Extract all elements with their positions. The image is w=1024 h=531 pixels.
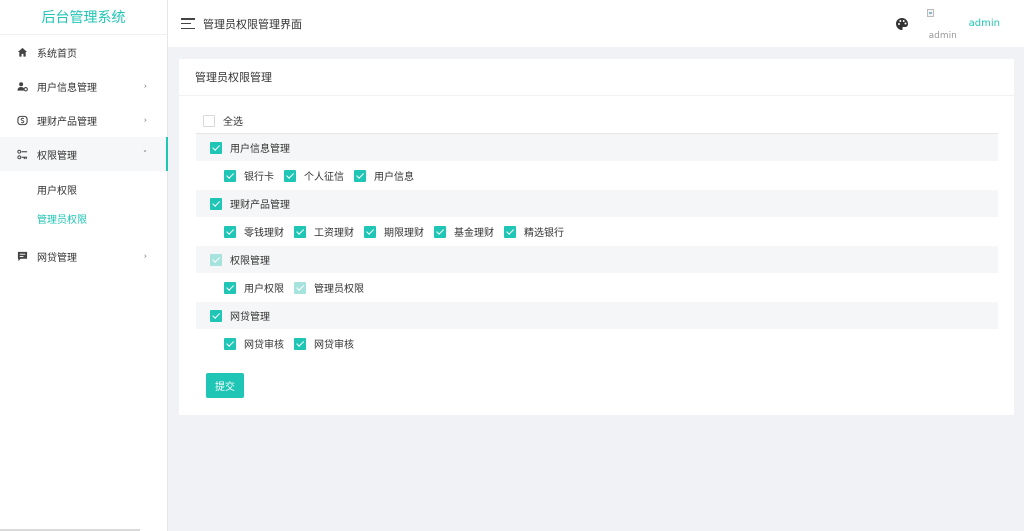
select-all-checkbox[interactable]: 全选: [203, 113, 243, 128]
sidebar-subitem-admin-permission[interactable]: 管理员权限: [0, 204, 167, 233]
child-checkbox-disabled: 管理员权限: [294, 280, 364, 295]
checkbox-label: 用户信息管理: [230, 144, 290, 155]
child-checkbox[interactable]: 银行卡: [224, 168, 274, 183]
sidebar-item-permission[interactable]: 权限管理 ˅: [0, 137, 168, 171]
checkbox-box: [294, 281, 306, 294]
sidebar-item-loan[interactable]: 网贷管理 ›: [0, 239, 167, 273]
children-row: 网贷审核 网贷审核: [196, 329, 998, 358]
home-icon: [16, 46, 28, 58]
checkbox-label: 银行卡: [244, 172, 274, 183]
checkbox-label: 权限管理: [230, 256, 270, 267]
sidebar-item-user-info[interactable]: 用户信息管理 ›: [0, 69, 167, 103]
checkbox-label: 个人征信: [304, 172, 344, 183]
finance-icon: [16, 114, 28, 126]
child-checkbox[interactable]: 期限理财: [364, 224, 424, 239]
child-checkbox[interactable]: 个人征信: [284, 168, 344, 183]
checkbox-box: [224, 225, 236, 238]
page-title: 管理员权限管理界面: [203, 17, 302, 31]
child-checkbox[interactable]: 零钱理财: [224, 224, 284, 239]
group-checkbox-disabled: 权限管理: [210, 252, 270, 267]
header-right: admin admin: [895, 0, 1000, 47]
sidebar-item-label: 网贷管理: [37, 252, 77, 264]
child-checkbox[interactable]: 用户权限: [224, 280, 284, 295]
sidebar-item-finance[interactable]: 理财产品管理 ›: [0, 103, 167, 137]
checkbox-box: [434, 225, 446, 238]
checkbox-label: 用户信息: [374, 172, 414, 183]
chevron-right-icon: ›: [143, 81, 147, 91]
child-checkbox[interactable]: 网贷审核: [224, 336, 284, 351]
permission-submenu: 用户权限 管理员权限: [0, 171, 167, 239]
checkbox-box: [294, 337, 306, 350]
brand-title: 后台管理系统: [0, 0, 167, 35]
group-row: 网贷管理: [196, 302, 998, 329]
permission-icon: [16, 148, 28, 160]
checkbox-label: 工资理财: [314, 228, 354, 239]
avatar[interactable]: admin: [926, 8, 957, 39]
palette-icon[interactable]: [895, 17, 909, 31]
chevron-down-icon: ˅: [143, 149, 147, 159]
sidebar-item-home[interactable]: 系统首页: [0, 35, 167, 69]
checkbox-label: 精选银行: [524, 228, 564, 239]
checkbox-label: 网贷审核: [314, 340, 354, 351]
child-checkbox[interactable]: 精选银行: [504, 224, 564, 239]
sidebar-item-label: 理财产品管理: [37, 116, 97, 128]
user-gear-icon: [16, 80, 28, 92]
checkbox-box: [210, 141, 222, 154]
checkbox-box: [210, 309, 222, 322]
child-checkbox[interactable]: 用户信息: [354, 168, 414, 183]
checkbox-box: [224, 169, 236, 182]
sidebar-item-label: 权限管理: [37, 150, 77, 162]
header: 管理员权限管理界面 admin admin: [168, 0, 1024, 47]
child-checkbox[interactable]: 工资理财: [294, 224, 354, 239]
avatar-alt-text: admin: [928, 30, 957, 39]
children-row: 零钱理财 工资理财 期限理财 基金理财 精选银行: [196, 217, 998, 246]
username-link[interactable]: admin: [969, 18, 1000, 29]
checkbox-box: [224, 337, 236, 350]
checkbox-box: [364, 225, 376, 238]
child-checkbox[interactable]: 基金理财: [434, 224, 494, 239]
checkbox-label: 理财产品管理: [230, 200, 290, 211]
checkbox-box: [203, 114, 215, 127]
broken-image-icon: [926, 8, 934, 17]
card-title: 管理员权限管理: [179, 59, 1014, 96]
checkbox-label: 基金理财: [454, 228, 494, 239]
group-row: 理财产品管理: [196, 190, 998, 217]
chevron-right-icon: ›: [143, 251, 147, 261]
group-checkbox[interactable]: 用户信息管理: [210, 140, 290, 155]
permission-card: 管理员权限管理 全选 用户信息管理 银行卡 个人征信 用户信息 理财产品管理 零…: [179, 59, 1014, 415]
children-row: 用户权限 管理员权限: [196, 273, 998, 302]
checkbox-label: 零钱理财: [244, 228, 284, 239]
checkbox-box: [354, 169, 366, 182]
select-all-row: 全选: [196, 108, 998, 134]
checkbox-label: 管理员权限: [314, 284, 364, 295]
checkbox-box: [224, 281, 236, 294]
checkbox-label: 用户权限: [244, 284, 284, 295]
group-checkbox[interactable]: 网贷管理: [210, 308, 270, 323]
checkbox-label: 期限理财: [384, 228, 424, 239]
sidebar-item-label: 系统首页: [37, 48, 77, 60]
checkbox-label: 全选: [223, 117, 243, 128]
checkbox-label: 网贷审核: [244, 340, 284, 351]
group-row: 用户信息管理: [196, 134, 998, 161]
group-row: 权限管理: [196, 246, 998, 273]
menu-toggle-icon[interactable]: [181, 18, 195, 29]
chevron-right-icon: ›: [143, 115, 147, 125]
group-checkbox[interactable]: 理财产品管理: [210, 196, 290, 211]
checkbox-box: [504, 225, 516, 238]
permission-tree: 全选 用户信息管理 银行卡 个人征信 用户信息 理财产品管理 零钱理财 工资理财…: [196, 108, 998, 358]
sidebar: 后台管理系统 系统首页 用户信息管理 › 理财产品管理 › 权限管理 ˅ 用户权…: [0, 0, 168, 531]
children-row: 银行卡 个人征信 用户信息: [196, 161, 998, 190]
checkbox-box: [284, 169, 296, 182]
checkbox-box: [294, 225, 306, 238]
message-icon: [16, 250, 28, 262]
sidebar-subitem-user-permission[interactable]: 用户权限: [0, 175, 167, 204]
sidebar-item-label: 用户信息管理: [37, 82, 97, 94]
checkbox-label: 网贷管理: [230, 312, 270, 323]
submit-button[interactable]: 提交: [206, 373, 244, 398]
checkbox-box: [210, 197, 222, 210]
child-checkbox[interactable]: 网贷审核: [294, 336, 354, 351]
checkbox-box: [210, 253, 222, 266]
